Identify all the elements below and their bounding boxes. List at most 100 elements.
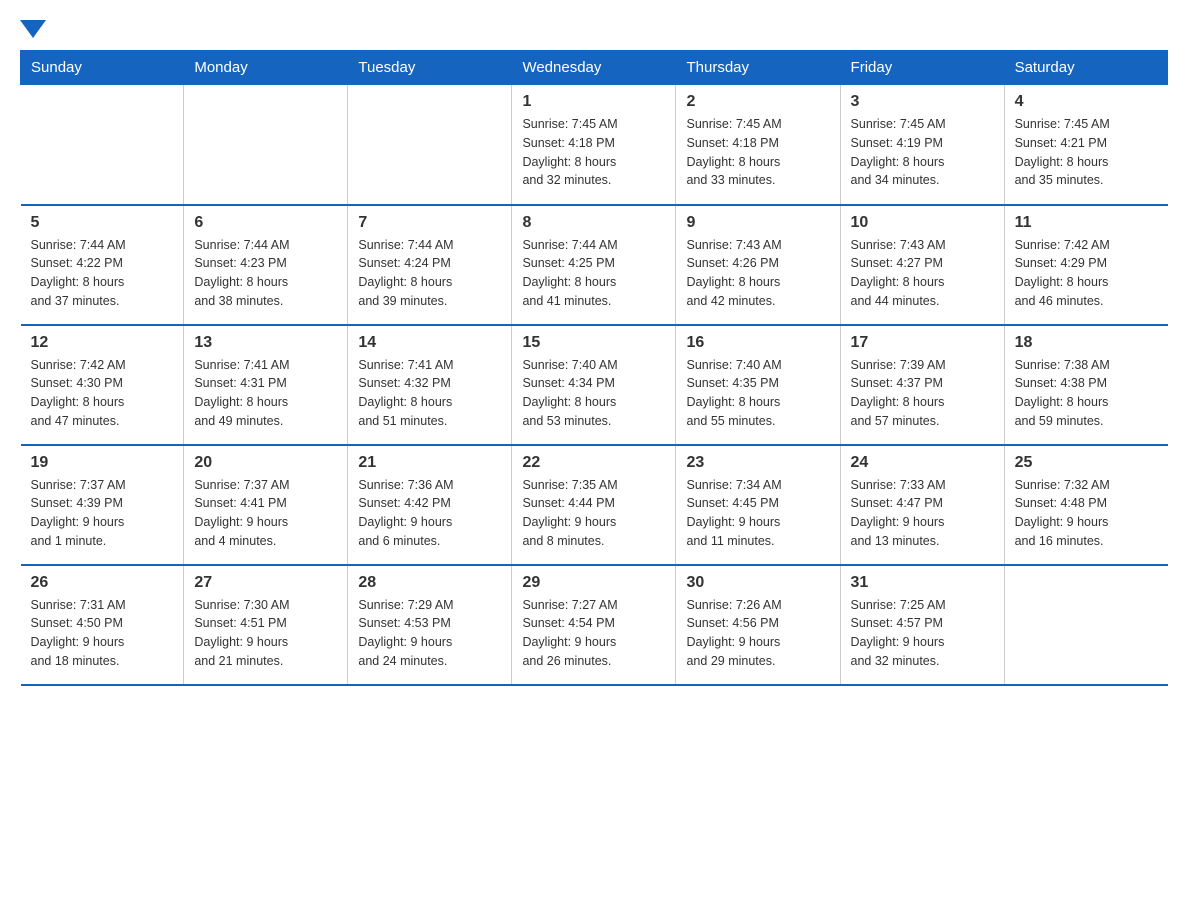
day-number: 19 — [31, 454, 174, 472]
calendar-table: SundayMondayTuesdayWednesdayThursdayFrid… — [20, 50, 1168, 686]
day-info: Sunrise: 7:41 AMSunset: 4:32 PMDaylight:… — [358, 356, 501, 431]
day-number: 30 — [686, 574, 829, 592]
logo-icon — [20, 20, 46, 40]
calendar-cell: 29 Sunrise: 7:27 AMSunset: 4:54 PMDayligh… — [512, 565, 676, 685]
day-number: 4 — [1015, 93, 1158, 111]
day-info: Sunrise: 7:38 AMSunset: 4:38 PMDaylight:… — [1015, 356, 1158, 431]
day-info: Sunrise: 7:30 AMSunset: 4:51 PMDaylight:… — [194, 596, 337, 671]
day-info: Sunrise: 7:44 AMSunset: 4:24 PMDaylight:… — [358, 236, 501, 311]
day-info: Sunrise: 7:26 AMSunset: 4:56 PMDaylight:… — [686, 596, 829, 671]
week-row-1: 1 Sunrise: 7:45 AMSunset: 4:18 PMDaylight… — [21, 85, 1168, 205]
day-number: 27 — [194, 574, 337, 592]
calendar-cell: 6 Sunrise: 7:44 AMSunset: 4:23 PMDaylight… — [184, 205, 348, 325]
calendar-cell: 20 Sunrise: 7:37 AMSunset: 4:41 PMDayligh… — [184, 445, 348, 565]
day-number: 15 — [522, 334, 665, 352]
week-row-2: 5 Sunrise: 7:44 AMSunset: 4:22 PMDaylight… — [21, 205, 1168, 325]
day-number: 25 — [1015, 454, 1158, 472]
calendar-cell: 14 Sunrise: 7:41 AMSunset: 4:32 PMDayligh… — [348, 325, 512, 445]
day-info: Sunrise: 7:29 AMSunset: 4:53 PMDaylight:… — [358, 596, 501, 671]
day-info: Sunrise: 7:45 AMSunset: 4:18 PMDaylight:… — [686, 115, 829, 190]
calendar-cell: 31 Sunrise: 7:25 AMSunset: 4:57 PMDayligh… — [840, 565, 1004, 685]
day-info: Sunrise: 7:36 AMSunset: 4:42 PMDaylight:… — [358, 476, 501, 551]
day-number: 2 — [686, 93, 829, 111]
day-number: 20 — [194, 454, 337, 472]
day-number: 26 — [31, 574, 174, 592]
page-header — [20, 20, 1168, 40]
day-info: Sunrise: 7:31 AMSunset: 4:50 PMDaylight:… — [31, 596, 174, 671]
day-info: Sunrise: 7:32 AMSunset: 4:48 PMDaylight:… — [1015, 476, 1158, 551]
calendar-cell: 11 Sunrise: 7:42 AMSunset: 4:29 PMDayligh… — [1004, 205, 1167, 325]
week-row-3: 12 Sunrise: 7:42 AMSunset: 4:30 PMDayligh… — [21, 325, 1168, 445]
calendar-cell: 28 Sunrise: 7:29 AMSunset: 4:53 PMDayligh… — [348, 565, 512, 685]
calendar-cell: 27 Sunrise: 7:30 AMSunset: 4:51 PMDayligh… — [184, 565, 348, 685]
calendar-cell: 22Sunrise: 7:35 AMSunset: 4:44 PMDayligh… — [512, 445, 676, 565]
day-header-friday: Friday — [840, 51, 1004, 85]
calendar-cell: 2 Sunrise: 7:45 AMSunset: 4:18 PMDaylight… — [676, 85, 840, 205]
day-number: 29 — [522, 574, 665, 592]
calendar-cell: 16Sunrise: 7:40 AMSunset: 4:35 PMDayligh… — [676, 325, 840, 445]
calendar-cell: 4 Sunrise: 7:45 AMSunset: 4:21 PMDaylight… — [1004, 85, 1167, 205]
day-info: Sunrise: 7:42 AMSunset: 4:30 PMDaylight:… — [31, 356, 174, 431]
day-number: 8 — [522, 214, 665, 232]
logo — [20, 20, 46, 40]
day-info: Sunrise: 7:45 AMSunset: 4:21 PMDaylight:… — [1015, 115, 1158, 190]
day-number: 14 — [358, 334, 501, 352]
day-header-thursday: Thursday — [676, 51, 840, 85]
day-number: 6 — [194, 214, 337, 232]
calendar-cell: 18 Sunrise: 7:38 AMSunset: 4:38 PMDayligh… — [1004, 325, 1167, 445]
day-number: 31 — [851, 574, 994, 592]
day-number: 23 — [686, 454, 829, 472]
day-info: Sunrise: 7:27 AMSunset: 4:54 PMDaylight:… — [522, 596, 665, 671]
calendar-cell — [1004, 565, 1167, 685]
calendar-cell — [184, 85, 348, 205]
day-header-saturday: Saturday — [1004, 51, 1167, 85]
day-info: Sunrise: 7:43 AMSunset: 4:26 PMDaylight:… — [686, 236, 829, 311]
day-number: 11 — [1015, 214, 1158, 232]
calendar-cell: 7Sunrise: 7:44 AMSunset: 4:24 PMDaylight… — [348, 205, 512, 325]
day-number: 17 — [851, 334, 994, 352]
days-header-row: SundayMondayTuesdayWednesdayThursdayFrid… — [21, 51, 1168, 85]
calendar-cell: 1 Sunrise: 7:45 AMSunset: 4:18 PMDaylight… — [512, 85, 676, 205]
day-number: 16 — [686, 334, 829, 352]
day-number: 21 — [358, 454, 501, 472]
day-info: Sunrise: 7:37 AMSunset: 4:39 PMDaylight:… — [31, 476, 174, 551]
day-info: Sunrise: 7:25 AMSunset: 4:57 PMDaylight:… — [851, 596, 994, 671]
day-header-monday: Monday — [184, 51, 348, 85]
calendar-cell: 13Sunrise: 7:41 AMSunset: 4:31 PMDayligh… — [184, 325, 348, 445]
calendar-cell: 8Sunrise: 7:44 AMSunset: 4:25 PMDaylight… — [512, 205, 676, 325]
calendar-cell: 9 Sunrise: 7:43 AMSunset: 4:26 PMDaylight… — [676, 205, 840, 325]
calendar-cell: 24 Sunrise: 7:33 AMSunset: 4:47 PMDayligh… — [840, 445, 1004, 565]
day-number: 18 — [1015, 334, 1158, 352]
day-info: Sunrise: 7:37 AMSunset: 4:41 PMDaylight:… — [194, 476, 337, 551]
day-number: 5 — [31, 214, 174, 232]
day-info: Sunrise: 7:35 AMSunset: 4:44 PMDaylight:… — [522, 476, 665, 551]
calendar-cell: 12 Sunrise: 7:42 AMSunset: 4:30 PMDayligh… — [21, 325, 184, 445]
calendar-cell: 23 Sunrise: 7:34 AMSunset: 4:45 PMDayligh… — [676, 445, 840, 565]
day-info: Sunrise: 7:44 AMSunset: 4:23 PMDaylight:… — [194, 236, 337, 311]
calendar-cell: 26 Sunrise: 7:31 AMSunset: 4:50 PMDayligh… — [21, 565, 184, 685]
week-row-5: 26 Sunrise: 7:31 AMSunset: 4:50 PMDayligh… — [21, 565, 1168, 685]
day-info: Sunrise: 7:33 AMSunset: 4:47 PMDaylight:… — [851, 476, 994, 551]
day-info: Sunrise: 7:34 AMSunset: 4:45 PMDaylight:… — [686, 476, 829, 551]
day-header-tuesday: Tuesday — [348, 51, 512, 85]
calendar-cell — [348, 85, 512, 205]
day-info: Sunrise: 7:42 AMSunset: 4:29 PMDaylight:… — [1015, 236, 1158, 311]
day-info: Sunrise: 7:45 AMSunset: 4:19 PMDaylight:… — [851, 115, 994, 190]
calendar-cell: 17Sunrise: 7:39 AMSunset: 4:37 PMDayligh… — [840, 325, 1004, 445]
day-info: Sunrise: 7:45 AMSunset: 4:18 PMDaylight:… — [522, 115, 665, 190]
logo-container — [20, 20, 46, 40]
day-number: 12 — [31, 334, 174, 352]
day-number: 1 — [522, 93, 665, 111]
day-info: Sunrise: 7:43 AMSunset: 4:27 PMDaylight:… — [851, 236, 994, 311]
day-info: Sunrise: 7:44 AMSunset: 4:22 PMDaylight:… — [31, 236, 174, 311]
day-header-wednesday: Wednesday — [512, 51, 676, 85]
day-info: Sunrise: 7:40 AMSunset: 4:34 PMDaylight:… — [522, 356, 665, 431]
calendar-cell: 30 Sunrise: 7:26 AMSunset: 4:56 PMDayligh… — [676, 565, 840, 685]
day-number: 10 — [851, 214, 994, 232]
day-number: 9 — [686, 214, 829, 232]
day-number: 24 — [851, 454, 994, 472]
day-number: 28 — [358, 574, 501, 592]
week-row-4: 19 Sunrise: 7:37 AMSunset: 4:39 PMDayligh… — [21, 445, 1168, 565]
calendar-cell — [21, 85, 184, 205]
calendar-cell: 10 Sunrise: 7:43 AMSunset: 4:27 PMDayligh… — [840, 205, 1004, 325]
